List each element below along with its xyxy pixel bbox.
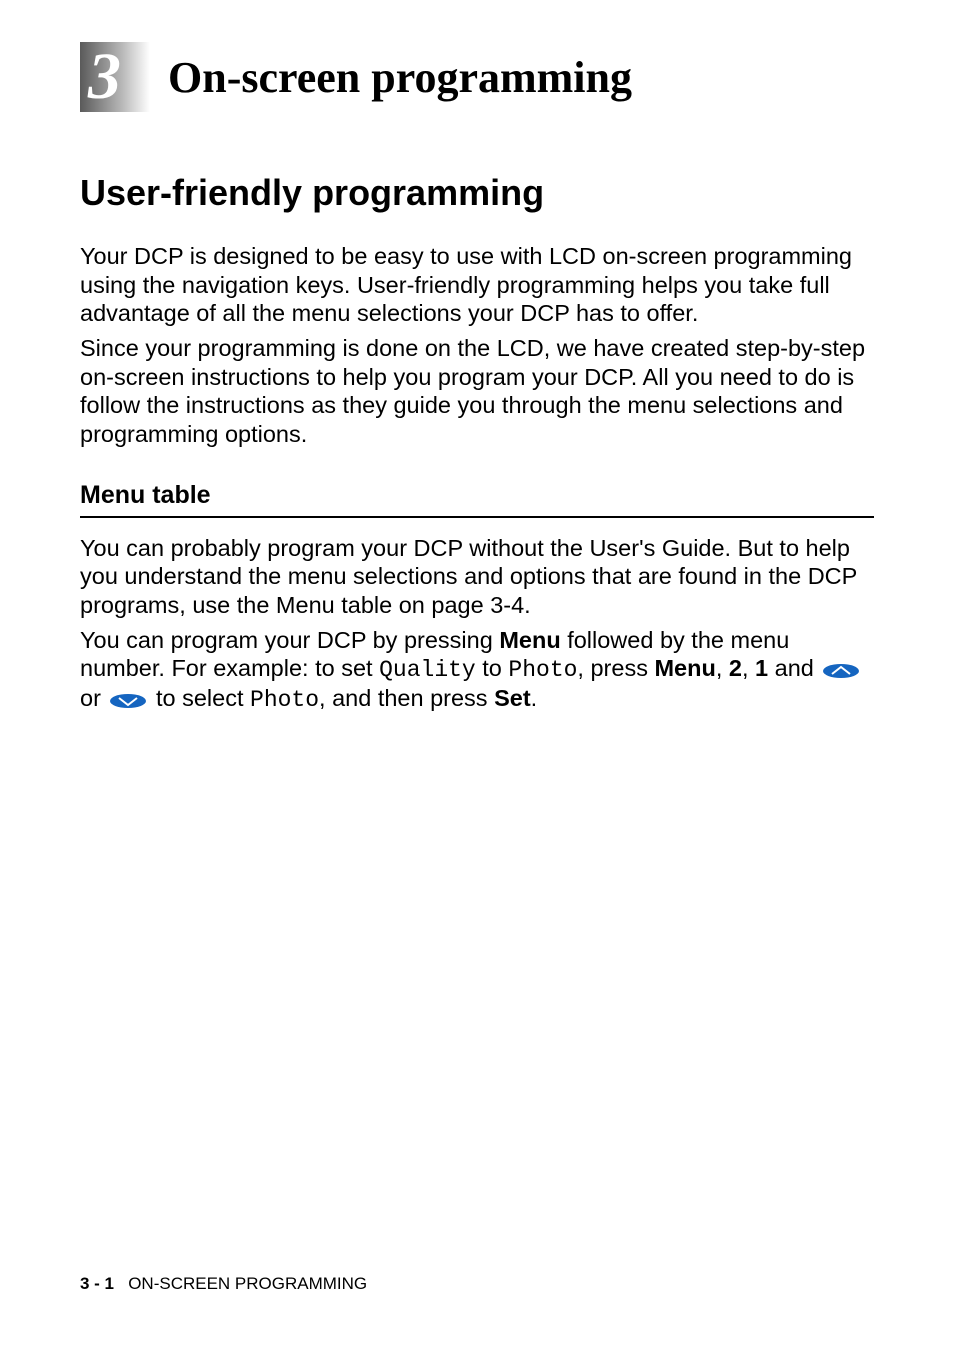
chapter-header: 3 On-screen programming	[80, 42, 874, 112]
text-run: , and then press	[319, 685, 494, 711]
text-run: ,	[742, 655, 755, 681]
subsection-paragraph-1: You can probably program your DCP withou…	[80, 534, 874, 620]
text-run: or	[80, 685, 107, 711]
text-run: to	[476, 655, 509, 681]
key-menu: Menu	[499, 627, 560, 653]
text-run: ,	[716, 655, 729, 681]
key-menu: Menu	[654, 655, 715, 681]
chapter-title: On-screen programming	[168, 52, 632, 103]
section-paragraph-2: Since your programming is done on the LC…	[80, 334, 874, 449]
section-title: User-friendly programming	[80, 172, 874, 214]
subsection-paragraph-2: You can program your DCP by pressing Men…	[80, 626, 874, 715]
page-footer: 3 - 1 ON-SCREEN PROGRAMMING	[80, 1274, 367, 1294]
footer-page-number: 3 - 1	[80, 1274, 114, 1293]
footer-title: ON-SCREEN PROGRAMMING	[128, 1274, 367, 1293]
text-run: , press	[577, 655, 654, 681]
text-run: You can program your DCP by pressing	[80, 627, 499, 653]
up-arrow-icon	[822, 657, 860, 686]
text-run: and	[768, 655, 820, 681]
text-run: .	[531, 685, 538, 711]
lcd-quality: Quality	[379, 657, 476, 683]
down-arrow-icon	[109, 687, 147, 716]
section-paragraph-1: Your DCP is designed to be easy to use w…	[80, 242, 874, 328]
subsection-divider	[80, 516, 874, 518]
key-set: Set	[494, 685, 531, 711]
lcd-photo: Photo	[508, 657, 577, 683]
chapter-number-badge: 3	[80, 42, 150, 112]
key-2: 2	[729, 655, 742, 681]
lcd-photo: Photo	[250, 687, 319, 713]
text-run: to select	[149, 685, 250, 711]
subsection-title: Menu table	[80, 481, 874, 510]
key-1: 1	[755, 655, 768, 681]
chapter-number: 3	[88, 44, 121, 110]
